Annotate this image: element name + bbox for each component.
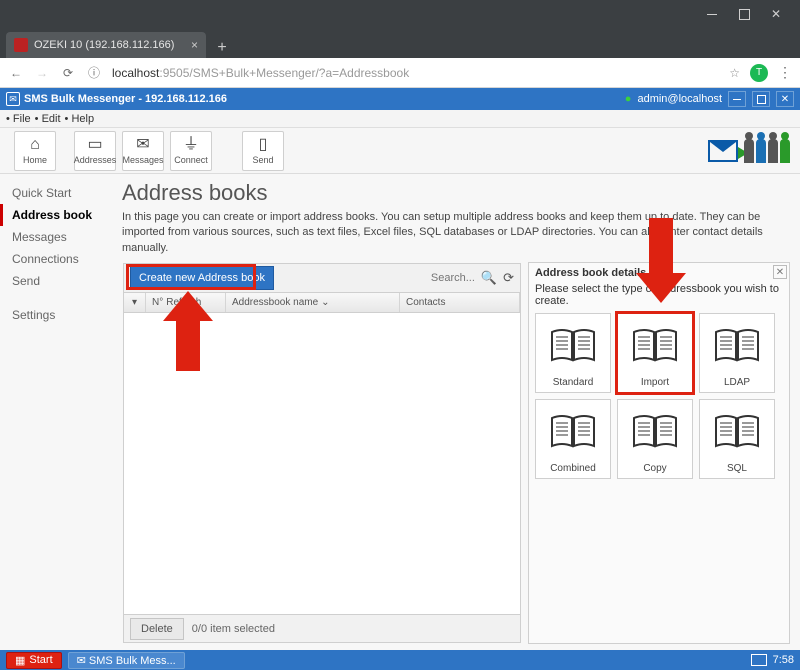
sidebar-item-quick-start[interactable]: Quick Start [0,182,118,204]
taskbar-app-icon: ✉ [77,655,86,667]
sidebar-item-address-book[interactable]: Address book [0,204,118,226]
refresh-icon[interactable]: ⟳ [503,270,514,286]
details-title: Address book details [535,267,783,279]
url-field[interactable]: localhost:9505/SMS+Bulk+Messenger/?a=Add… [112,66,719,80]
app-toolbar: ⌂Home ▭Addresses ✉Messages ⏚Connect ▯Sen… [0,128,800,174]
status-dot-icon: ● [625,93,632,105]
app-icon: ✉ [6,92,20,106]
browser-menu-button[interactable]: ⋮ [778,64,792,81]
menu-help[interactable]: • Help [65,113,95,125]
sort-icon: ⌄ [321,297,329,308]
menu-edit[interactable]: • Edit [35,113,61,125]
search-icon[interactable]: 🔍 [481,270,497,286]
reload-button[interactable]: ⟳ [60,66,76,80]
create-addressbook-button[interactable]: Create new Address book [130,266,274,290]
home-icon: ⌂ [30,137,40,153]
toolbar-messages-button[interactable]: ✉Messages [122,131,164,171]
os-window-titlebar [0,0,800,28]
addressbook-list-panel: Create new Address book 🔍 ⟳ ▾ N° Refresh… [122,262,522,644]
browser-tab-title: OZEKI 10 (192.168.112.166) [34,39,174,51]
app-title-bar: ✉ SMS Bulk Messenger - 192.168.112.166 ●… [0,88,800,110]
browser-tab[interactable]: OZEKI 10 (192.168.112.166) × [6,32,206,58]
phone-icon: ▯ [259,137,268,153]
site-info-icon[interactable]: ⓘ [86,64,102,81]
delete-button[interactable]: Delete [130,618,184,640]
menu-file[interactable]: • File [6,113,31,125]
card-label: Standard [553,377,594,388]
app-minimize-button[interactable] [728,91,746,107]
search-input[interactable] [405,272,475,284]
os-minimize-button[interactable] [698,4,726,24]
col-name[interactable]: Addressbook name ⌄ [226,293,400,312]
card-label: Import [641,377,669,388]
toolbar-send-button[interactable]: ▯Send [242,131,284,171]
addressbook-type-copy[interactable]: Copy [617,399,693,479]
app-menu-bar: • File • Edit • Help [0,110,800,128]
browser-address-bar: ← → ⟳ ⓘ localhost:9505/SMS+Bulk+Messenge… [0,58,800,88]
logged-in-user: admin@localhost [637,93,722,105]
clock: 7:58 [773,654,794,666]
sidebar-item-messages[interactable]: Messages [0,226,118,248]
selection-status: 0/0 item selected [192,623,275,635]
app-title: SMS Bulk Messenger - 192.168.112.166 [24,93,227,105]
card-label: Copy [643,463,666,474]
grid-header: ▾ N° Refresh Addressbook name ⌄ Contacts [123,293,521,313]
os-close-button[interactable] [762,4,790,24]
card-label: Combined [550,463,596,474]
sidebar-nav: Quick Start Address book Messages Connec… [0,174,118,650]
main-panel: Address books In this page you can creat… [118,174,800,650]
addressbook-icon: ▭ [87,137,102,153]
page-description: In this page you can create or import ad… [122,210,790,256]
envelope-icon: ✉ [136,137,149,153]
close-panel-button[interactable]: ✕ [773,265,787,279]
addressbook-type-sql[interactable]: SQL [699,399,775,479]
grid-body [123,313,521,615]
favicon-icon [14,38,28,52]
details-prompt: Please select the type of addressbook yo… [535,283,783,307]
toolbar-home-button[interactable]: ⌂Home [14,131,56,171]
system-tray: 7:58 [751,654,794,666]
new-tab-button[interactable]: + [212,38,232,58]
bookmark-star-icon[interactable]: ☆ [729,66,740,80]
taskbar-app-item[interactable]: ✉ SMS Bulk Mess... [68,652,185,669]
addressbook-type-import[interactable]: Import [617,313,693,393]
addressbook-type-cards: Standard Import LDAP Combined Copy SQL [535,313,783,479]
col-contacts[interactable]: Contacts [400,293,520,312]
app-maximize-button[interactable] [752,91,770,107]
sidebar-item-settings[interactable]: Settings [0,304,118,326]
addressbook-type-standard[interactable]: Standard [535,313,611,393]
close-tab-icon[interactable]: × [191,38,198,52]
os-maximize-button[interactable] [730,4,758,24]
sidebar-item-send[interactable]: Send [0,270,118,292]
toolbar-addresses-button[interactable]: ▭Addresses [74,131,116,171]
forward-button[interactable]: → [34,66,50,80]
addressbook-details-panel: ✕ Address book details Please select the… [528,262,790,644]
browser-tab-strip: OZEKI 10 (192.168.112.166) × + [0,28,800,58]
back-button[interactable]: ← [8,66,24,80]
profile-avatar[interactable]: T [750,64,768,82]
col-expand[interactable]: ▾ [124,293,146,312]
card-label: SQL [727,463,747,474]
grid-footer: Delete 0/0 item selected [123,615,521,643]
content-area: Quick Start Address book Messages Connec… [0,174,800,650]
brand-logo [708,139,790,163]
people-icon [742,139,790,163]
card-label: LDAP [724,377,750,388]
list-toolbar: Create new Address book 🔍 ⟳ [123,263,521,293]
sidebar-item-connections[interactable]: Connections [0,248,118,270]
app-close-button[interactable] [776,91,794,107]
toolbar-connect-button[interactable]: ⏚Connect [170,131,212,171]
addressbook-type-combined[interactable]: Combined [535,399,611,479]
addressbook-type-ldap[interactable]: LDAP [699,313,775,393]
envelope-arrow-icon [708,140,738,162]
os-taskbar: ▦Start ✉ SMS Bulk Mess... 7:58 [0,650,800,670]
start-button[interactable]: ▦Start [6,652,62,669]
col-no[interactable]: N° Refresh [146,293,226,312]
start-icon: ▦ [15,654,25,667]
plug-icon: ⏚ [183,137,199,153]
page-title: Address books [122,180,790,206]
keyboard-icon[interactable] [751,654,767,666]
